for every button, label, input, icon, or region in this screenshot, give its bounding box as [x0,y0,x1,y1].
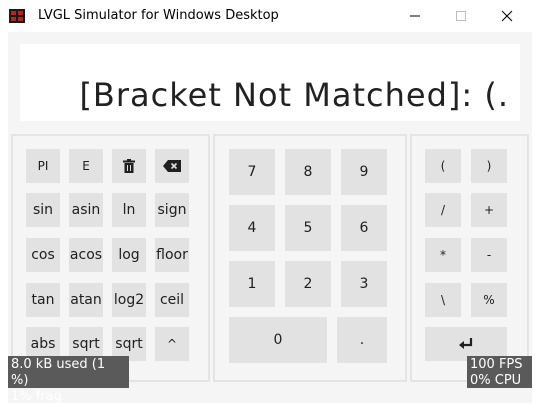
cpu-text: 0% CPU [470,373,522,388]
key-minus[interactable]: - [471,238,507,272]
fps-text: 100 FPS [470,357,523,372]
key-sin[interactable]: sin [26,193,60,227]
key-tan[interactable]: tan [26,283,60,317]
minimize-button[interactable] [392,0,438,32]
minimize-icon [410,15,420,17]
key-divide[interactable]: / [425,193,461,227]
key-3[interactable]: 3 [341,261,387,307]
lvgl-canvas: [Bracket Not Matched]: (. PI E sin asin … [8,32,532,403]
key-ln[interactable]: ln [112,193,146,227]
app-icon [9,9,25,23]
key-decimal[interactable]: . [337,317,387,363]
key-8[interactable]: 8 [285,149,331,195]
key-log2[interactable]: log2 [112,283,146,317]
backspace-button[interactable] [155,149,189,183]
calculator-display: [Bracket Not Matched]: (. [20,44,520,121]
key-9[interactable]: 9 [341,149,387,195]
key-multiply[interactable]: * [425,238,461,272]
maximize-icon [456,11,466,21]
number-keypad: 7 8 9 4 5 6 1 2 3 0 . [213,134,407,382]
key-ceil[interactable]: ceil [155,283,189,317]
key-e[interactable]: E [69,149,103,183]
key-log[interactable]: log [112,238,146,272]
key-acos[interactable]: acos [69,238,103,272]
clear-button[interactable] [112,149,146,183]
key-0[interactable]: 0 [229,317,327,363]
key-5[interactable]: 5 [285,205,331,251]
key-plus[interactable]: + [471,193,507,227]
close-button[interactable] [484,0,530,32]
display-text: [Bracket Not Matched]: (. [79,76,509,114]
key-pi[interactable]: PI [26,149,60,183]
window-titlebar[interactable]: LVGL Simulator for Windows Desktop [0,0,540,32]
close-icon [501,10,513,22]
key-open-paren[interactable]: ( [425,149,461,183]
memory-monitor: 8.0 kB used (1 %) 1% frag. [8,356,129,404]
key-backslash[interactable]: \ [425,283,461,317]
key-2[interactable]: 2 [285,261,331,307]
key-1[interactable]: 1 [229,261,275,307]
memory-used-text: 8.0 kB used (1 %) [11,357,106,388]
key-cos[interactable]: cos [26,238,60,272]
key-6[interactable]: 6 [341,205,387,251]
key-7[interactable]: 7 [229,149,275,195]
operator-keypad: ( ) / + * - \ % [410,134,529,382]
window-title: LVGL Simulator for Windows Desktop [38,8,279,23]
key-atan[interactable]: atan [69,283,103,317]
key-asin[interactable]: asin [69,193,103,227]
maximize-button[interactable] [438,0,484,32]
trash-icon [123,159,135,173]
performance-monitor: 100 FPS 0% CPU [467,356,532,388]
key-close-paren[interactable]: ) [471,149,507,183]
key-sign[interactable]: sign [155,193,189,227]
key-power[interactable]: ^ [155,327,189,361]
enter-icon [459,338,473,349]
key-percent[interactable]: % [471,283,507,317]
key-4[interactable]: 4 [229,205,275,251]
key-floor[interactable]: floor [155,238,189,272]
backspace-icon [163,160,181,172]
function-keypad: PI E sin asin ln sign cos acos log floor [11,134,210,382]
